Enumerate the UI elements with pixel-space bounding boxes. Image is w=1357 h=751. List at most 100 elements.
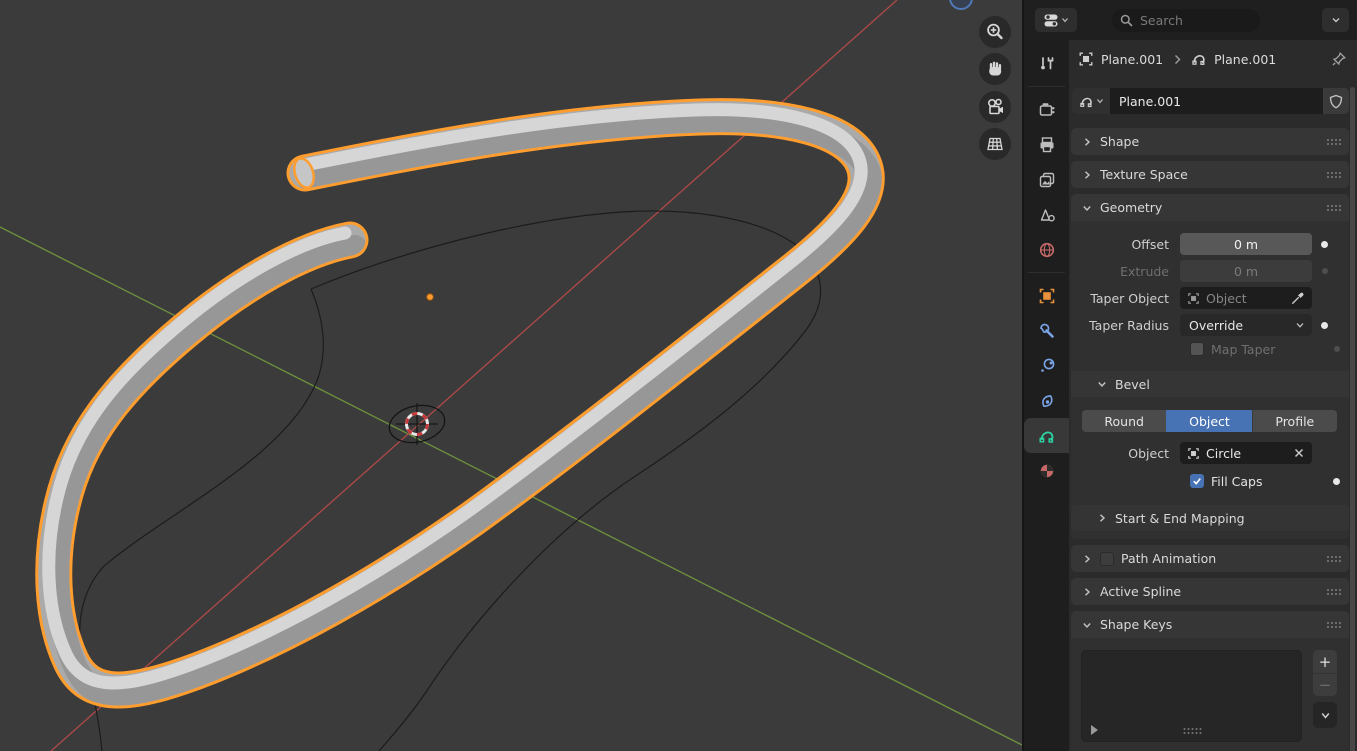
ortho-grid-icon — [985, 134, 1005, 154]
chevron-down-icon — [1097, 379, 1107, 389]
chevron-down-icon — [1320, 710, 1331, 721]
search-box[interactable] — [1112, 9, 1260, 32]
drag-handle[interactable] — [1326, 204, 1341, 211]
tab-modifiers[interactable] — [1024, 313, 1069, 348]
properties-editor-icon — [1044, 13, 1059, 28]
chevron-right-icon — [1082, 587, 1092, 597]
properties-tab-strip — [1024, 40, 1069, 751]
list-resize-grip[interactable] — [1182, 727, 1201, 734]
animate-dot[interactable] — [1322, 268, 1328, 274]
panel-shape-keys: Shape Keys + − — [1071, 611, 1349, 751]
properties-header — [1024, 0, 1357, 40]
scene-icon — [1038, 206, 1056, 224]
panel-shape-header[interactable]: Shape — [1071, 128, 1349, 155]
chevron-down-icon — [1082, 203, 1092, 213]
tab-object-data[interactable] — [1024, 418, 1069, 453]
curve-data-icon — [1191, 51, 1207, 67]
eyedropper-icon[interactable] — [1291, 291, 1305, 305]
camera-view-button[interactable] — [979, 91, 1011, 123]
tab-render[interactable] — [1024, 92, 1069, 127]
tab-view-layer[interactable] — [1024, 162, 1069, 197]
clear-x-icon[interactable] — [1293, 447, 1305, 459]
shape-keys-specials-button[interactable] — [1313, 702, 1337, 728]
physics-icon — [1038, 392, 1056, 410]
animate-dot[interactable] — [1321, 241, 1328, 248]
shape-keys-list[interactable] — [1081, 650, 1302, 742]
breadcrumb-chevron-icon — [1173, 54, 1182, 65]
pin-button[interactable] — [1331, 51, 1347, 67]
drag-handle[interactable] — [1326, 588, 1341, 595]
object-icon — [1078, 51, 1094, 67]
list-filter-expand-icon[interactable] — [1091, 725, 1098, 735]
tab-world[interactable] — [1024, 232, 1069, 267]
properties-content: Plane.001 Plane.001 — [1069, 40, 1357, 751]
pin-icon — [1331, 51, 1347, 67]
chevron-down-icon — [1295, 320, 1305, 330]
panel-geometry-body: Offset 0 m Extrude 0 m — [1071, 221, 1349, 539]
fill-caps-checkbox[interactable] — [1190, 474, 1204, 488]
printer-icon — [1038, 136, 1056, 154]
tab-particles[interactable] — [1024, 348, 1069, 383]
taper-radius-row: Taper Radius Override — [1081, 314, 1349, 336]
pan-button[interactable] — [979, 53, 1011, 85]
object-origin-dot — [427, 294, 434, 301]
panel-path-animation: Path Animation — [1071, 545, 1349, 572]
viewport-3d[interactable] — [0, 0, 1022, 751]
tab-output[interactable] — [1024, 127, 1069, 162]
add-shape-key-button[interactable]: + — [1313, 650, 1337, 673]
chevron-down-icon — [1082, 620, 1092, 630]
chevron-down-icon — [1061, 16, 1069, 24]
drag-handle[interactable] — [1326, 171, 1341, 178]
blender-window: Plane.001 Plane.001 — [0, 0, 1357, 751]
remove-shape-key-button[interactable]: − — [1313, 673, 1337, 696]
breadcrumb-data[interactable]: Plane.001 — [1214, 52, 1276, 67]
taper-radius-dropdown[interactable]: Override — [1180, 314, 1312, 336]
bevel-mode-round[interactable]: Round — [1082, 410, 1166, 432]
toggle-orthographic-button[interactable] — [979, 128, 1011, 160]
header-menu-button[interactable] — [1322, 8, 1349, 32]
panel-shape-keys-header[interactable]: Shape Keys — [1071, 611, 1349, 638]
nav-gizmo-ball[interactable] — [950, 0, 972, 9]
extrude-slider[interactable]: 0 m — [1180, 260, 1312, 282]
bevel-mode-object[interactable]: Object — [1166, 410, 1251, 432]
bevel-object-field[interactable]: Circle — [1180, 442, 1312, 464]
camera-icon — [985, 97, 1005, 117]
bevel-mode-tabs: Round Object Profile — [1082, 410, 1337, 432]
chevron-down-icon — [1096, 97, 1104, 105]
tab-tool[interactable] — [1024, 46, 1069, 81]
zoom-button[interactable] — [979, 16, 1011, 48]
animate-dot[interactable] — [1333, 478, 1340, 485]
tab-scene[interactable] — [1024, 197, 1069, 232]
panel-active-spline-header[interactable]: Active Spline — [1071, 578, 1349, 605]
tab-material[interactable] — [1024, 453, 1069, 488]
search-input[interactable] — [1140, 13, 1240, 28]
datablock-name-field[interactable]: Plane.001 — [1110, 88, 1323, 114]
bevel-mode-profile[interactable]: Profile — [1252, 410, 1337, 432]
scrollbar[interactable] — [1350, 87, 1355, 751]
offset-row: Offset 0 m — [1081, 233, 1349, 255]
panel-texture-space-header[interactable]: Texture Space — [1071, 161, 1349, 188]
animate-dot[interactable] — [1334, 346, 1340, 352]
datablock-type-button[interactable] — [1072, 88, 1110, 114]
panel-geometry: Geometry Offset 0 m — [1071, 194, 1349, 539]
tab-object[interactable] — [1024, 278, 1069, 313]
animate-dot[interactable] — [1321, 322, 1328, 329]
path-animation-checkbox[interactable] — [1100, 552, 1114, 566]
fake-user-shield-button[interactable] — [1323, 88, 1349, 114]
hand-icon — [985, 59, 1005, 79]
subpanel-bevel-header[interactable]: Bevel — [1071, 371, 1349, 397]
subpanel-start-end-mapping-header[interactable]: Start & End Mapping — [1071, 505, 1349, 531]
chevron-right-icon — [1082, 170, 1092, 180]
curve-tube-selected — [49, 110, 871, 697]
drag-handle[interactable] — [1326, 621, 1341, 628]
map-taper-checkbox[interactable] — [1190, 342, 1204, 356]
offset-slider[interactable]: 0 m — [1180, 233, 1312, 255]
editor-type-button[interactable] — [1035, 8, 1077, 32]
taper-object-field[interactable]: Object — [1180, 287, 1312, 309]
tab-physics[interactable] — [1024, 383, 1069, 418]
drag-handle[interactable] — [1326, 138, 1341, 145]
panel-geometry-header[interactable]: Geometry — [1071, 194, 1349, 221]
breadcrumb-object[interactable]: Plane.001 — [1101, 52, 1163, 67]
panel-path-animation-header[interactable]: Path Animation — [1071, 545, 1349, 572]
drag-handle[interactable] — [1326, 555, 1341, 562]
